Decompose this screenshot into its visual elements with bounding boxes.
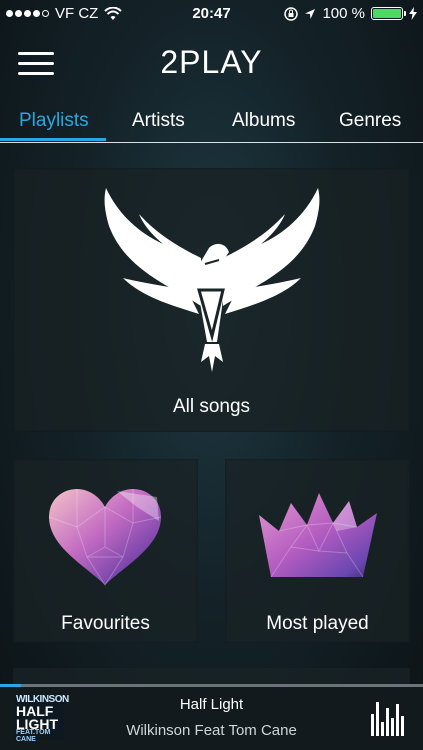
location-icon (305, 8, 316, 19)
heart-icon (48, 489, 162, 586)
equalizer-icon[interactable] (371, 702, 405, 736)
tab-playlists[interactable]: Playlists (19, 110, 89, 132)
progress-fill (0, 684, 22, 687)
app-header: 2PLAY (0, 28, 423, 98)
active-tab-indicator (0, 138, 106, 141)
all-songs-card[interactable]: All songs (13, 168, 410, 432)
most-played-label: Most played (266, 613, 369, 634)
track-artist: Wilkinson Feat Tom Cane (126, 722, 297, 739)
favourites-label: Favourites (61, 613, 150, 634)
status-right: 100 % (284, 5, 417, 22)
app-logo: 2PLAY (160, 44, 263, 80)
battery-label: 100 % (322, 5, 365, 22)
tab-genres[interactable]: Genres (339, 110, 401, 132)
track-title: Half Light (179, 696, 244, 713)
tab-albums[interactable]: Albums (232, 110, 295, 132)
lock-rotation-icon (284, 6, 299, 21)
charging-icon (409, 7, 417, 20)
favourites-card[interactable]: Favourites (13, 459, 198, 643)
eagle-icon (104, 188, 320, 372)
tab-artists[interactable]: Artists (132, 110, 185, 132)
crown-icon (259, 493, 377, 578)
now-playing-bar[interactable]: WILKINSON HALF LIGHT FEAT.TOM CANE Half … (0, 684, 423, 750)
progress-track[interactable] (0, 684, 423, 687)
most-played-card[interactable]: Most played (225, 459, 410, 643)
battery-icon (371, 7, 406, 20)
status-bar: VF CZ 20:47 100 % (0, 0, 423, 28)
all-songs-label: All songs (172, 396, 251, 417)
